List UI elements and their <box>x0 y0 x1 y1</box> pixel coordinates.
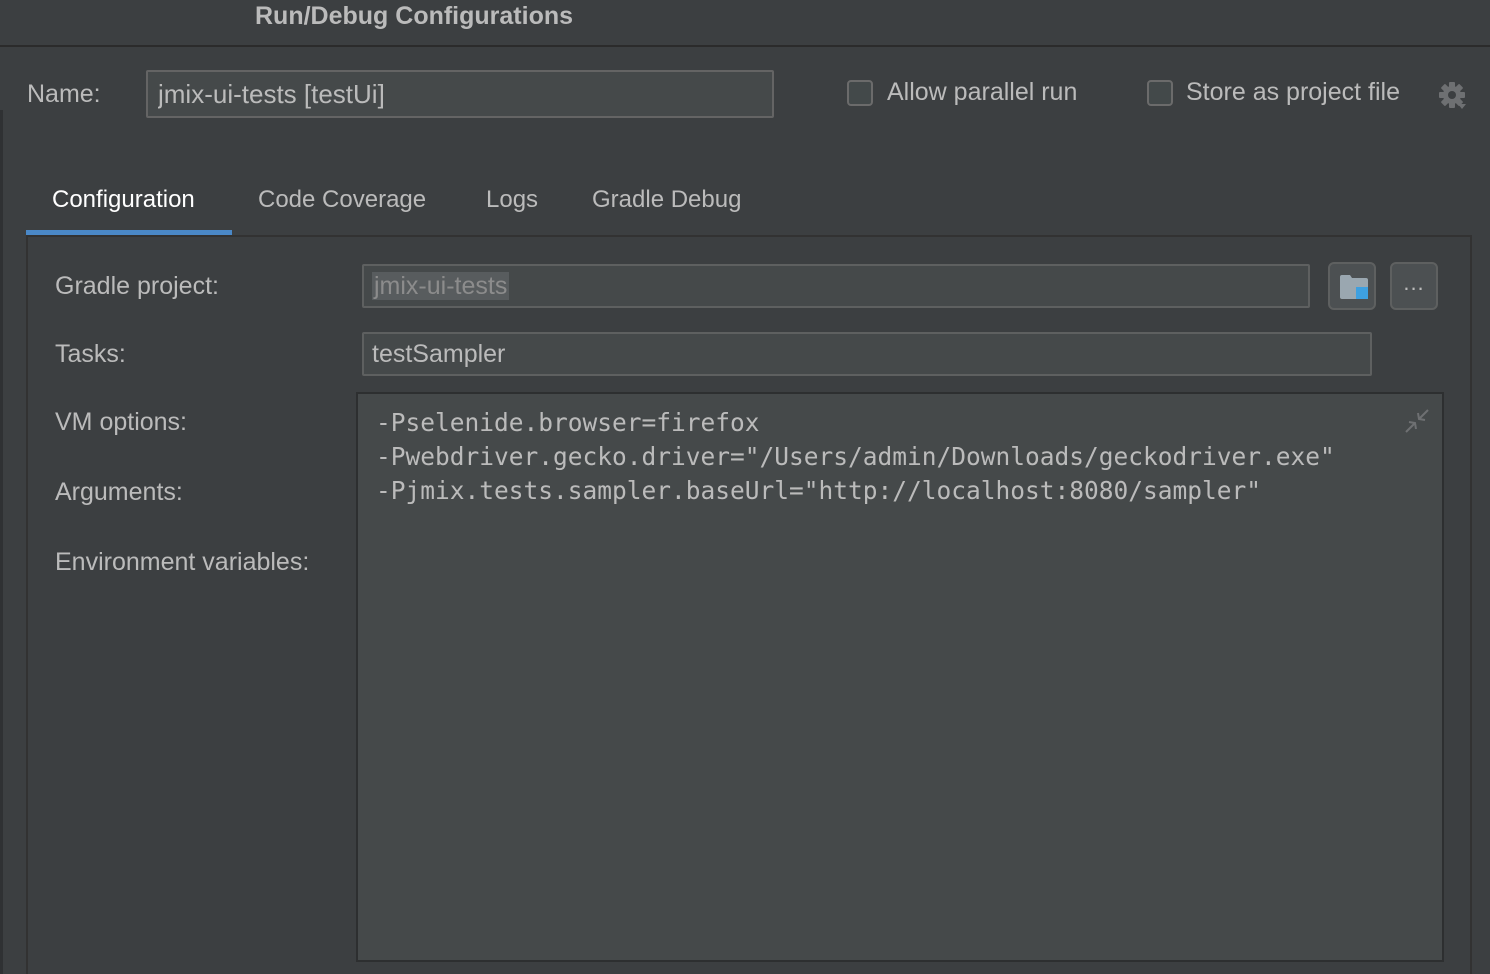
title-bar: Run/Debug Configurations <box>0 0 1490 47</box>
allow-parallel-run-label[interactable]: Allow parallel run <box>887 78 1077 107</box>
gradle-project-field[interactable]: jmix-ui-tests <box>362 264 1310 308</box>
tab-gradle-debug[interactable]: Gradle Debug <box>592 186 741 214</box>
tasks-field[interactable]: testSampler <box>362 332 1372 376</box>
name-label: Name: <box>27 80 101 108</box>
store-as-project-file-checkbox[interactable] <box>1147 80 1173 106</box>
tab-code-coverage[interactable]: Code Coverage <box>258 186 426 214</box>
store-as-project-file-label[interactable]: Store as project file <box>1186 78 1400 107</box>
active-tab-indicator <box>26 230 232 235</box>
vm-options-editor[interactable]: -Pselenide.browser=firefox -Pwebdriver.g… <box>356 392 1444 962</box>
vm-options-text[interactable]: -Pselenide.browser=firefox -Pwebdriver.g… <box>376 406 1386 508</box>
ellipsis-icon: ... <box>1403 270 1425 295</box>
more-options-button[interactable]: ... <box>1390 262 1438 310</box>
gradle-project-value: jmix-ui-tests <box>372 272 510 300</box>
browse-gradle-project-button[interactable] <box>1328 262 1376 310</box>
tab-configuration[interactable]: Configuration <box>52 186 195 214</box>
folder-icon <box>1340 275 1368 299</box>
arguments-label: Arguments: <box>55 478 183 506</box>
tasks-label: Tasks: <box>55 340 126 368</box>
gear-icon[interactable] <box>1437 80 1467 110</box>
name-input[interactable] <box>146 70 774 118</box>
gradle-project-label: Gradle project: <box>55 272 219 300</box>
environment-variables-label: Environment variables: <box>55 548 310 576</box>
allow-parallel-run-checkbox[interactable] <box>847 80 873 106</box>
vm-options-label: VM options: <box>55 408 188 436</box>
window-title: Run/Debug Configurations <box>255 2 574 30</box>
collapse-icon[interactable] <box>1404 408 1430 434</box>
window-left-border <box>0 110 3 974</box>
tab-logs[interactable]: Logs <box>486 186 538 214</box>
